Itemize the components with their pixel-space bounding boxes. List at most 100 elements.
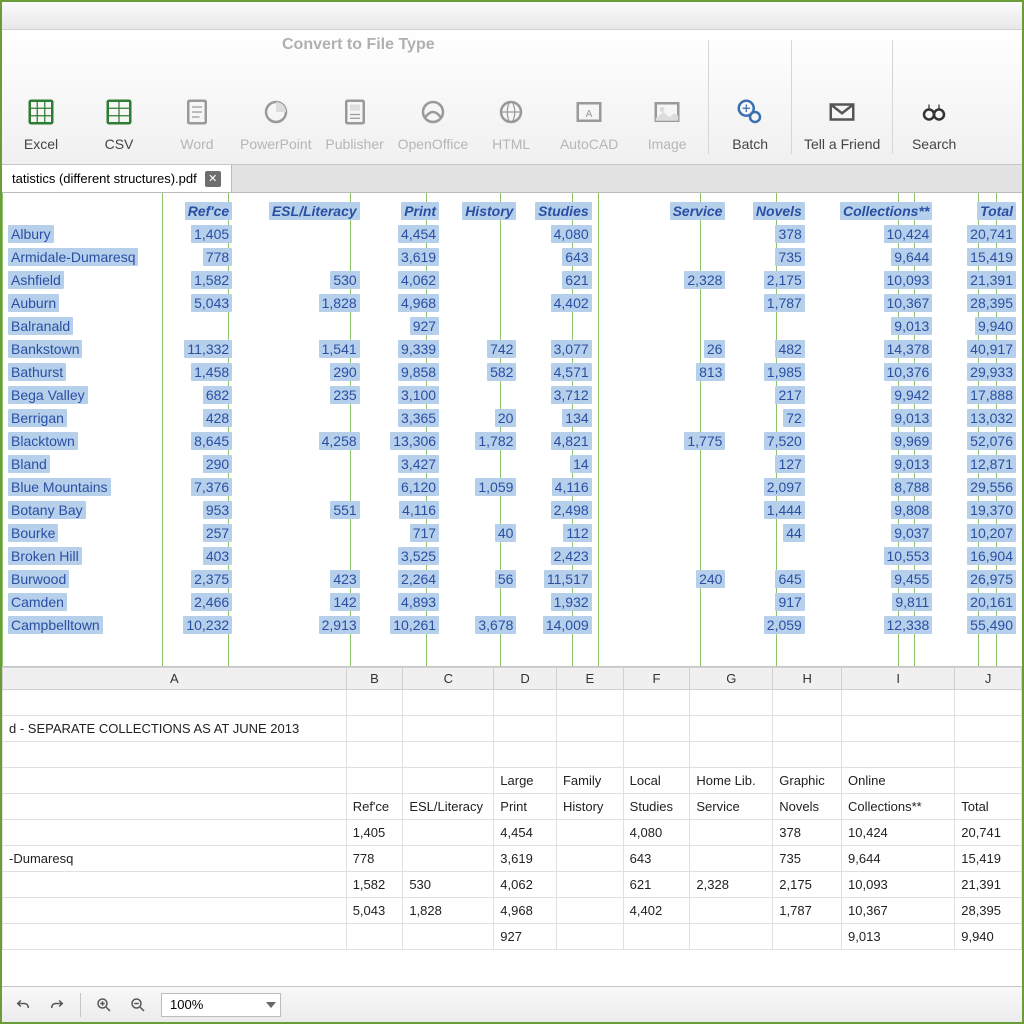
pdf-row[interactable]: Auburn5,0431,8284,9684,4021,78710,36728,…: [2, 291, 1022, 314]
sheet-cell[interactable]: [403, 716, 494, 742]
csv-button[interactable]: CSV: [80, 34, 158, 160]
sheet-cell[interactable]: [690, 716, 773, 742]
sheet-cell[interactable]: [556, 872, 623, 898]
sheet-cell[interactable]: [690, 742, 773, 768]
sheet-cell[interactable]: Ref'ce: [346, 794, 403, 820]
zoom-level-select[interactable]: 100%: [161, 993, 281, 1017]
sheet-column-header[interactable]: A: [3, 668, 347, 690]
sheet-cell[interactable]: [403, 768, 494, 794]
sheet-cell[interactable]: [403, 820, 494, 846]
pdf-row[interactable]: Broken Hill4033,5252,42310,55316,904: [2, 544, 1022, 567]
sheet-cell[interactable]: [3, 794, 347, 820]
sheet-cell[interactable]: 4,402: [623, 898, 690, 924]
sheet-cell[interactable]: [773, 924, 842, 950]
sheet-cell[interactable]: 9,940: [955, 924, 1022, 950]
sheet-cell[interactable]: [494, 690, 557, 716]
document-tab[interactable]: tatistics (different structures).pdf ✕: [2, 165, 232, 192]
sheet-cell[interactable]: 4,454: [494, 820, 557, 846]
sheet-cell[interactable]: [842, 690, 955, 716]
sheet-cell[interactable]: 4,062: [494, 872, 557, 898]
sheet-cell[interactable]: [3, 898, 347, 924]
sheet-cell[interactable]: 378: [773, 820, 842, 846]
sheet-cell[interactable]: [955, 690, 1022, 716]
sheet-cell[interactable]: Print: [494, 794, 557, 820]
sheet-cell[interactable]: 1,828: [403, 898, 494, 924]
sheet-cell[interactable]: [346, 716, 403, 742]
sheet-cell[interactable]: 9,644: [842, 846, 955, 872]
sheet-cell[interactable]: [403, 924, 494, 950]
sheet-cell[interactable]: [346, 768, 403, 794]
pdf-row[interactable]: Bega Valley6822353,1003,7122179,94217,88…: [2, 383, 1022, 406]
sheet-cell[interactable]: [623, 924, 690, 950]
sheet-row[interactable]: 927 9,0139,940: [3, 924, 1022, 950]
sheet-cell[interactable]: Graphic: [773, 768, 842, 794]
pdf-row[interactable]: Armidale-Dumaresq7783,6196437359,64415,4…: [2, 245, 1022, 268]
excel-button[interactable]: Excel: [2, 34, 80, 160]
mail-button[interactable]: Tell a Friend: [794, 34, 890, 160]
pdf-row[interactable]: Bourke25771740112449,03710,207: [2, 521, 1022, 544]
pdf-row[interactable]: Berrigan4283,36520134729,01313,032: [2, 406, 1022, 429]
sheet-cell[interactable]: [3, 742, 347, 768]
pdf-row[interactable]: Bathurst1,4582909,8585824,5718131,98510,…: [2, 360, 1022, 383]
sheet-cell[interactable]: [3, 924, 347, 950]
pdf-row[interactable]: Campbelltown10,2322,91310,2613,67814,009…: [2, 613, 1022, 636]
sheet-cell[interactable]: [623, 742, 690, 768]
batch-button[interactable]: Batch: [711, 34, 789, 160]
sheet-cell[interactable]: [403, 690, 494, 716]
sheet-cell[interactable]: [3, 872, 347, 898]
sheet-cell[interactable]: [3, 768, 347, 794]
sheet-cell[interactable]: 778: [346, 846, 403, 872]
sheet-cell[interactable]: [955, 742, 1022, 768]
sheet-cell[interactable]: [773, 742, 842, 768]
sheet-cell[interactable]: [556, 846, 623, 872]
sheet-cell[interactable]: [690, 820, 773, 846]
sheet-column-header[interactable]: B: [346, 668, 403, 690]
sheet-cell[interactable]: [690, 846, 773, 872]
sheet-cell[interactable]: [773, 690, 842, 716]
pdf-preview-pane[interactable]: Ref'ceESL/LiteracyPrintHistoryStudiesSer…: [2, 193, 1022, 666]
sheet-cell[interactable]: Studies: [623, 794, 690, 820]
sheet-cell[interactable]: 20,741: [955, 820, 1022, 846]
sheet-column-header[interactable]: J: [955, 668, 1022, 690]
sheet-cell[interactable]: [955, 768, 1022, 794]
sheet-cell[interactable]: [346, 924, 403, 950]
sheet-cell[interactable]: History: [556, 794, 623, 820]
sheet-cell[interactable]: [403, 742, 494, 768]
sheet-cell[interactable]: 530: [403, 872, 494, 898]
sheet-cell[interactable]: 15,419: [955, 846, 1022, 872]
sheet-cell[interactable]: [556, 898, 623, 924]
sheet-cell[interactable]: [556, 742, 623, 768]
sheet-cell[interactable]: 1,405: [346, 820, 403, 846]
sheet-cell[interactable]: [955, 716, 1022, 742]
sheet-column-header[interactable]: H: [773, 668, 842, 690]
sheet-cell[interactable]: 621: [623, 872, 690, 898]
sheet-cell[interactable]: 10,367: [842, 898, 955, 924]
sheet-cell[interactable]: 9,013: [842, 924, 955, 950]
pdf-row[interactable]: Balranald9279,0139,940: [2, 314, 1022, 337]
sheet-column-header[interactable]: I: [842, 668, 955, 690]
pdf-row[interactable]: Blue Mountains7,3766,1201,0594,1162,0978…: [2, 475, 1022, 498]
sheet-cell[interactable]: 5,043: [346, 898, 403, 924]
sheet-cell[interactable]: [3, 820, 347, 846]
pdf-row[interactable]: Bankstown11,3321,5419,3397423,0772648214…: [2, 337, 1022, 360]
sheet-cell[interactable]: Local: [623, 768, 690, 794]
close-tab-button[interactable]: ✕: [205, 171, 221, 187]
pdf-row[interactable]: Camden2,4661424,8931,9329179,81120,161: [2, 590, 1022, 613]
sheet-column-header[interactable]: G: [690, 668, 773, 690]
sheet-cell[interactable]: 28,395: [955, 898, 1022, 924]
sheet-cell[interactable]: [842, 742, 955, 768]
pdf-data-table[interactable]: Ref'ceESL/LiteracyPrintHistoryStudiesSer…: [2, 199, 1022, 636]
sheet-cell[interactable]: [556, 716, 623, 742]
sheet-cell[interactable]: [346, 690, 403, 716]
pdf-row[interactable]: Burwood2,3754232,2645611,5172406459,4552…: [2, 567, 1022, 590]
sheet-row[interactable]: 5,0431,8284,968 4,402 1,78710,36728,395: [3, 898, 1022, 924]
sheet-cell[interactable]: [494, 716, 557, 742]
sheet-column-header[interactable]: C: [403, 668, 494, 690]
sheet-cell[interactable]: [556, 820, 623, 846]
sheet-cell[interactable]: 2,328: [690, 872, 773, 898]
sheet-cell[interactable]: 927: [494, 924, 557, 950]
sheet-cell[interactable]: [623, 716, 690, 742]
sheet-cell[interactable]: d - SEPARATE COLLECTIONS AS AT JUNE 2013: [3, 716, 347, 742]
sheet-cell[interactable]: 4,968: [494, 898, 557, 924]
sheet-cell[interactable]: 1,787: [773, 898, 842, 924]
